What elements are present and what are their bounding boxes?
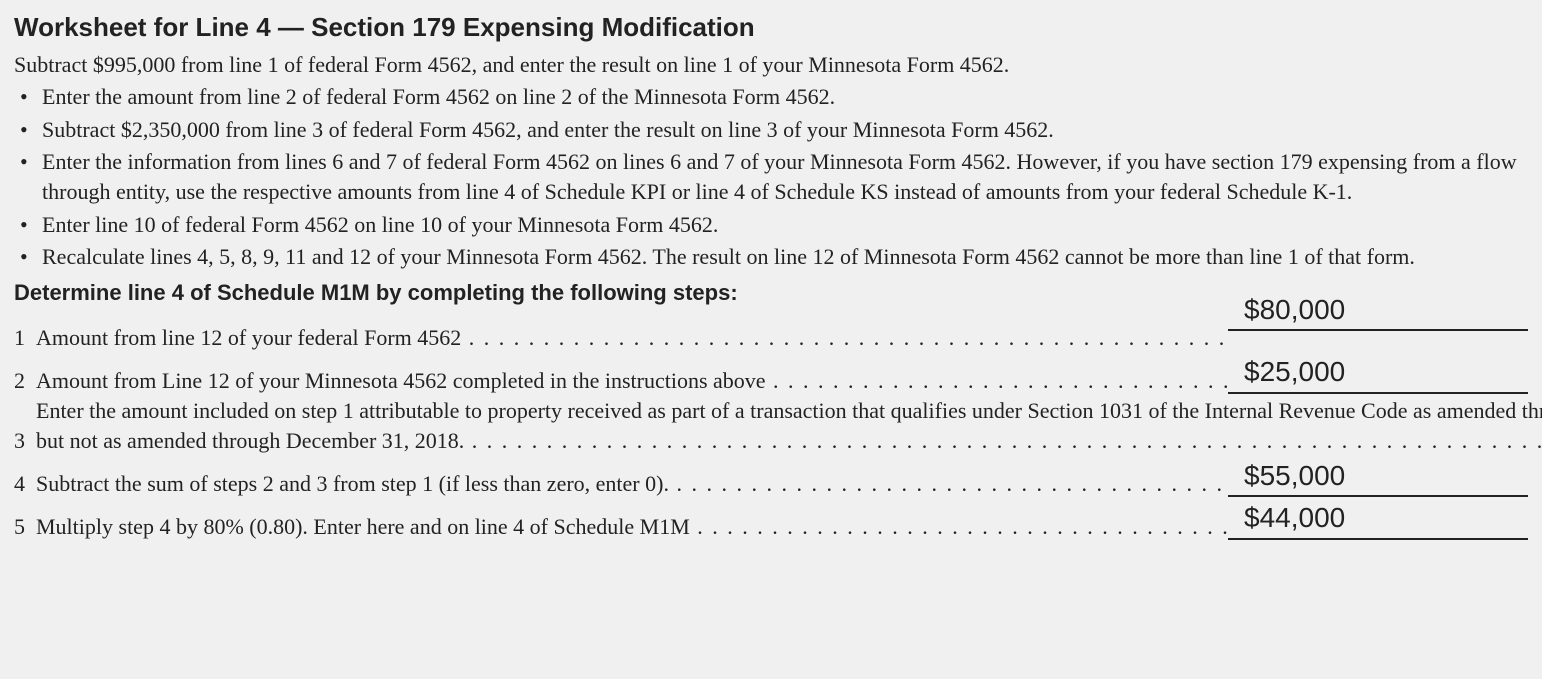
instruction-bullets: Enter the amount from line 2 of federal … xyxy=(14,82,1528,272)
step-value[interactable]: $55,000 xyxy=(1228,457,1528,498)
step-label: Subtract the sum of steps 2 and 3 from s… xyxy=(36,469,1228,499)
intro-paragraph: Subtract $995,000 from line 1 of federal… xyxy=(14,50,1528,80)
step-label: Multiply step 4 by 80% (0.80). Enter her… xyxy=(36,512,1228,542)
bullet-item: Enter the information from lines 6 and 7… xyxy=(14,147,1528,208)
step-label: Amount from Line 12 of your Minnesota 45… xyxy=(36,366,1228,396)
step-value[interactable]: $80,000 xyxy=(1228,291,1528,332)
step-row: 3 Enter the amount included on step 1 at… xyxy=(14,396,1528,457)
step-number: 5 xyxy=(14,512,36,542)
bullet-item: Enter the amount from line 2 of federal … xyxy=(14,82,1528,112)
step-row: 4 Subtract the sum of steps 2 and 3 from… xyxy=(14,457,1528,500)
bullet-item: Enter line 10 of federal Form 4562 on li… xyxy=(14,210,1528,240)
step-label: Enter the amount included on step 1 attr… xyxy=(36,396,1542,457)
step-label: Amount from line 12 of your federal Form… xyxy=(36,323,1228,353)
bullet-item: Subtract $2,350,000 from line 3 of feder… xyxy=(14,115,1528,145)
step-number: 4 xyxy=(14,469,36,499)
page-title: Worksheet for Line 4 — Section 179 Expen… xyxy=(14,10,1528,46)
step-number: 2 xyxy=(14,366,36,396)
step-row: 1 Amount from line 12 of your federal Fo… xyxy=(14,311,1528,354)
steps-list: 1 Amount from line 12 of your federal Fo… xyxy=(14,311,1528,542)
step-row: 2 Amount from Line 12 of your Minnesota … xyxy=(14,353,1528,396)
step-value[interactable]: $25,000 xyxy=(1228,353,1528,394)
step-number: 1 xyxy=(14,323,36,353)
step-row: 5 Multiply step 4 by 80% (0.80). Enter h… xyxy=(14,499,1528,542)
step-value[interactable]: $44,000 xyxy=(1228,499,1528,540)
worksheet-page: Worksheet for Line 4 — Section 179 Expen… xyxy=(0,0,1542,679)
step-number: 3 xyxy=(14,426,36,456)
bullet-item: Recalculate lines 4, 5, 8, 9, 11 and 12 … xyxy=(14,242,1528,272)
